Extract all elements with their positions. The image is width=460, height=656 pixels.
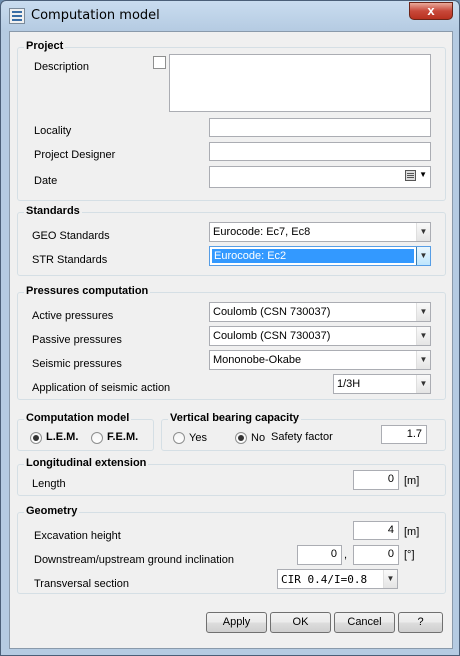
geo-standards-value: Eurocode: Ec7, Ec8 xyxy=(213,226,311,238)
safety-factor-label: Safety factor xyxy=(271,431,333,443)
safety-factor-input[interactable]: 1.7 xyxy=(381,425,427,444)
group-title-geometry: Geometry xyxy=(24,505,80,517)
passive-pressures-value: Coulomb (CSN 730037) xyxy=(213,330,331,342)
group-longitudinal: Longitudinal extension Length 0 [m] xyxy=(17,457,446,496)
seismic-pressures-value: Mononobe-Okabe xyxy=(213,354,302,366)
group-title-pressures: Pressures computation xyxy=(24,285,151,297)
title-bar: Computation model x xyxy=(1,1,459,31)
date-label: Date xyxy=(34,175,58,187)
active-pressures-label: Active pressures xyxy=(32,310,114,322)
help-button[interactable]: ? xyxy=(398,612,443,633)
cancel-button[interactable]: Cancel xyxy=(334,612,395,633)
window-title: Computation model xyxy=(31,8,160,23)
geo-standards-select[interactable]: Eurocode: Ec7, Ec8 ▼ xyxy=(209,222,431,242)
length-label: Length xyxy=(32,478,66,490)
description-label: Description xyxy=(34,61,90,73)
chevron-down-icon[interactable]: ▼ xyxy=(416,351,430,369)
bearing-no-radio[interactable] xyxy=(235,432,247,444)
transversal-section-label: Transversal section xyxy=(34,578,129,590)
seismic-application-label: Application of seismic action xyxy=(32,382,171,394)
group-vertical-bearing: Vertical bearing capacity Yes No Safety … xyxy=(161,412,446,451)
str-standards-label: STR Standards xyxy=(32,254,108,266)
chevron-down-icon[interactable]: ▼ xyxy=(383,570,397,588)
active-pressures-select[interactable]: Coulomb (CSN 730037) ▼ xyxy=(209,302,431,322)
passive-pressures-label: Passive pressures xyxy=(32,334,122,346)
lem-label[interactable]: L.E.M. xyxy=(46,431,78,443)
str-standards-value: Eurocode: Ec2 xyxy=(211,248,415,264)
length-input[interactable]: 0 xyxy=(353,470,399,490)
locality-label: Locality xyxy=(34,125,72,137)
seismic-application-select[interactable]: 1/3H ▼ xyxy=(333,374,431,394)
bearing-yes-radio[interactable] xyxy=(173,432,185,444)
inclination-downstream-input[interactable]: 0 xyxy=(297,545,342,565)
group-computation-model: Computation model L.E.M. F.E.M. xyxy=(17,412,154,451)
designer-input[interactable] xyxy=(209,142,431,161)
group-title-vertical-bearing: Vertical bearing capacity xyxy=(168,412,302,424)
fem-radio[interactable] xyxy=(91,432,103,444)
apply-button[interactable]: Apply xyxy=(206,612,267,633)
group-title-computation-model: Computation model xyxy=(24,412,132,424)
active-pressures-value: Coulomb (CSN 730037) xyxy=(213,306,331,318)
str-standards-select[interactable]: Eurocode: Ec2 ▼ xyxy=(209,246,431,266)
description-checkbox[interactable] xyxy=(153,56,166,69)
excavation-height-unit: [m] xyxy=(404,526,420,538)
chevron-down-icon[interactable]: ▼ xyxy=(416,223,430,241)
group-pressures: Pressures computation Active pressures C… xyxy=(17,285,446,400)
group-geometry: Geometry Excavation height 4 [m] Downstr… xyxy=(17,505,446,594)
excavation-height-input[interactable]: 4 xyxy=(353,521,399,540)
bearing-yes-label[interactable]: Yes xyxy=(189,432,207,444)
transversal-section-value: CIR 0.4/I=0.8 xyxy=(281,573,368,586)
inclination-unit: [°] xyxy=(404,549,415,561)
inclination-label: Downstream/upstream ground inclination xyxy=(34,554,234,566)
seismic-application-value: 1/3H xyxy=(337,378,361,390)
lem-radio[interactable] xyxy=(30,432,42,444)
inclination-upstream-input[interactable]: 0 xyxy=(353,545,399,565)
chevron-down-icon[interactable]: ▼ xyxy=(416,375,430,393)
close-button[interactable]: x xyxy=(409,2,453,20)
chevron-down-icon[interactable]: ▼ xyxy=(416,327,430,345)
passive-pressures-select[interactable]: Coulomb (CSN 730037) ▼ xyxy=(209,326,431,346)
group-title-longitudinal: Longitudinal extension xyxy=(24,457,149,469)
transversal-section-select[interactable]: CIR 0.4/I=0.8 ▼ xyxy=(277,569,398,589)
excavation-height-label: Excavation height xyxy=(34,530,121,542)
length-unit: [m] xyxy=(404,475,420,487)
dialog-client-area: Project Description Locality Project Des… xyxy=(9,31,453,649)
date-picker[interactable]: ▼ xyxy=(209,166,431,188)
chevron-down-icon[interactable]: ▼ xyxy=(416,303,430,321)
seismic-pressures-select[interactable]: Mononobe-Okabe ▼ xyxy=(209,350,431,370)
group-title-project: Project xyxy=(24,40,66,52)
geo-standards-label: GEO Standards xyxy=(32,230,110,242)
description-textarea[interactable] xyxy=(169,54,431,112)
ok-button[interactable]: OK xyxy=(270,612,331,633)
group-project: Project Description Locality Project Des… xyxy=(17,40,446,201)
fem-label[interactable]: F.E.M. xyxy=(107,431,138,443)
bearing-no-label[interactable]: No xyxy=(251,432,265,444)
dialog-window: Computation model x Project Description … xyxy=(0,0,460,656)
inclination-separator: , xyxy=(344,549,348,561)
calendar-icon[interactable] xyxy=(405,170,416,181)
locality-input[interactable] xyxy=(209,118,431,137)
group-title-standards: Standards xyxy=(24,205,82,217)
group-standards: Standards GEO Standards Eurocode: Ec7, E… xyxy=(17,205,446,276)
chevron-down-icon[interactable]: ▼ xyxy=(416,247,430,265)
seismic-pressures-label: Seismic pressures xyxy=(32,358,122,370)
chevron-down-icon[interactable]: ▼ xyxy=(419,170,427,179)
app-icon xyxy=(9,8,25,24)
designer-label: Project Designer xyxy=(34,149,116,161)
